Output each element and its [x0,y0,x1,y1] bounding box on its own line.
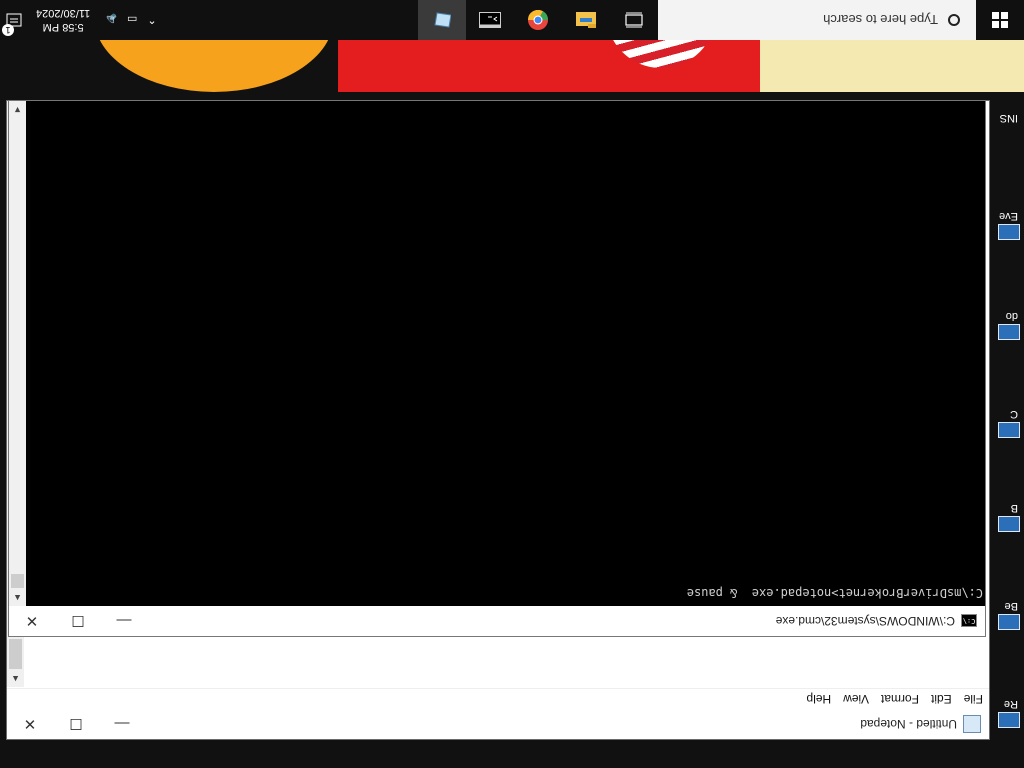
cmd-window[interactable]: C:\ C:\WINDOWS\system32\cmd.exe — ☐ ✕ C:… [8,100,986,637]
clock-date: 11/30/2024 [36,7,91,19]
minimize-button[interactable]: — [99,709,145,739]
search-placeholder: Type here to search [823,12,938,28]
scrollbar-thumb[interactable] [11,574,24,588]
cmd-title-bar[interactable]: C:\ C:\WINDOWS\system32\cmd.exe — ☐ ✕ [9,606,985,636]
desktop-icon-be[interactable] [998,614,1020,630]
task-view-button[interactable] [610,0,658,40]
desktop-icon-do[interactable] [998,324,1020,340]
notification-badge: 1 [2,24,14,36]
desktop-icon-label: Be [1004,600,1018,612]
maximize-button[interactable]: ☐ [53,709,99,739]
desktop-icon-c[interactable] [998,422,1020,438]
notepad-icon [963,715,981,733]
search-icon [948,14,960,26]
windows-logo-icon [992,12,1008,28]
notepad-title: Untitled - Notepad [860,717,957,731]
notepad-menu-bar: File Edit Format View Help [7,688,989,709]
maximize-button[interactable]: ☐ [55,606,101,636]
scroll-up-arrow-icon[interactable]: ▲ [7,670,24,687]
search-box[interactable]: Type here to search [658,0,976,40]
notepad-icon [434,12,451,28]
start-button[interactable] [976,0,1024,40]
menu-help[interactable]: Help [800,692,837,706]
close-button[interactable]: ✕ [7,709,53,739]
console-line: C:\msDriverBrokernet>notepad.exe & pause [686,586,983,600]
cmd-taskbar-button[interactable] [466,0,514,40]
desktop-icon-recycle[interactable] [998,712,1020,728]
desktop-icon-label: B [1010,502,1018,514]
desktop-icon-label: do [1005,310,1018,322]
chrome-button[interactable] [514,0,562,40]
screen: Re Be B C do Eve INS Untitled - Notepad … [0,0,1024,768]
scrollbar-thumb[interactable] [9,639,22,669]
desktop-icon-label: C [1010,408,1018,420]
notepad-taskbar-button[interactable] [418,0,466,40]
file-explorer-icon [576,12,596,28]
chrome-icon [528,10,548,30]
cmd-icon: C:\ [961,614,977,628]
clock-time: 5:58 PM [42,21,84,33]
network-icon[interactable]: ▭ [122,14,142,27]
close-button[interactable]: ✕ [9,606,55,636]
scroll-down-arrow-icon[interactable]: ▼ [9,101,26,118]
notification-center-button[interactable]: 1 [0,0,28,40]
desktop-icon-label: INS [999,112,1018,124]
menu-file[interactable]: File [958,692,989,706]
scroll-up-arrow-icon[interactable]: ▲ [9,589,26,606]
cmd-console[interactable]: C:\msDriverBrokernet>notepad.exe & pause [26,101,985,606]
cmd-title: C:\WINDOWS\system32\cmd.exe [775,614,955,628]
volume-icon[interactable]: 🔈 [98,14,122,27]
menu-format[interactable]: Format [875,692,925,706]
desktop-icon-eve[interactable] [998,224,1020,240]
clock[interactable]: 5:58 PM 11/30/2024 [28,6,98,34]
minimize-button[interactable]: — [101,606,147,636]
chevron-up-icon[interactable]: ⌃ [142,14,161,27]
desktop-icon-b[interactable] [998,516,1020,532]
taskbar: Type here to search ⌃ ▭ 🔈 5:58 PM 11/30/… [0,0,1024,40]
desktop-icon-label: Eve [999,210,1018,222]
file-explorer-button[interactable] [562,0,610,40]
system-tray: ⌃ ▭ 🔈 5:58 PM 11/30/2024 1 [0,0,162,40]
cmd-scrollbar[interactable]: ▲ ▼ [9,101,26,606]
cmd-icon [479,12,501,28]
desktop-icon-label: Re [1003,698,1018,710]
menu-edit[interactable]: Edit [925,692,958,706]
menu-view[interactable]: View [837,692,875,706]
notepad-title-bar[interactable]: Untitled - Notepad — ☐ ✕ [7,709,989,739]
task-view-icon [625,12,643,28]
